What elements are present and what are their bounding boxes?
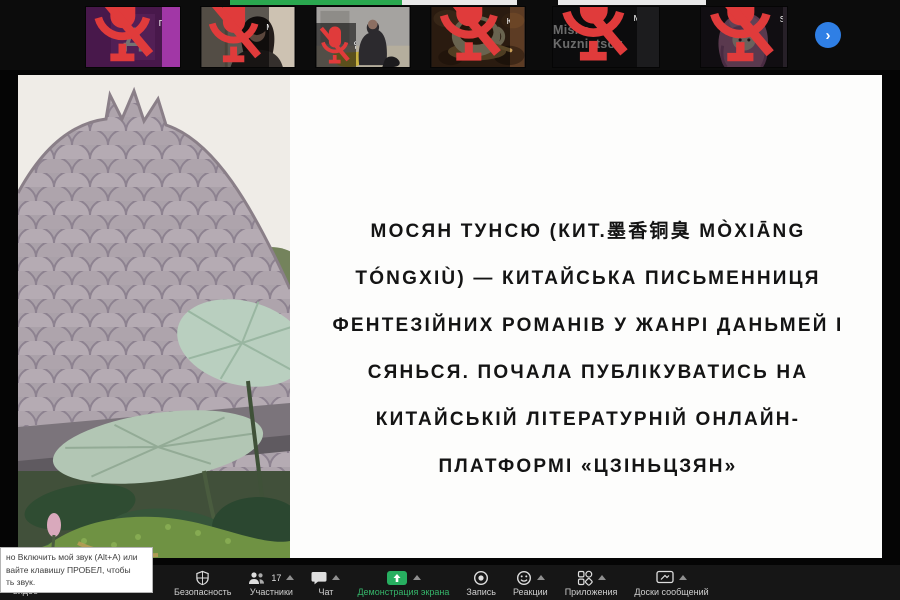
mic-muted-icon	[319, 26, 350, 64]
slide-text-line: ФЕНТЕЗІЙНИХ РОМАНІВ У ЖАНРІ ДАНЬМЕЙ І	[332, 315, 844, 336]
shared-window-top-edge	[402, 0, 517, 5]
chat-icon	[311, 571, 327, 584]
chat-label: Чат	[318, 587, 334, 597]
chevron-up-icon[interactable]	[597, 575, 606, 580]
slide-text-block: МОСЯН ТУНСЮ (КИТ.墨香铜臭 MÒXIĀNG TÓNGXIÙ) —…	[300, 208, 876, 490]
slide-text-line: МОСЯН ТУНСЮ (КИТ.墨香铜臭 MÒXIĀNG	[370, 221, 806, 242]
security-label: Безопасность	[174, 587, 232, 597]
reactions-label: Реакции	[512, 587, 548, 597]
participants-button[interactable]: 17 Участники	[246, 565, 296, 600]
participant-name-label: Юлія Малахова	[431, 7, 510, 67]
security-button[interactable]: Безопасность	[172, 565, 233, 600]
participant-name-text: Svitlana Yesakova	[780, 14, 783, 25]
zoom-meeting-window: Д Перепада Д.О.	[0, 0, 900, 600]
participant-name-text: Юлія Малахова	[507, 16, 510, 27]
reactions-button[interactable]: Реакции	[511, 565, 550, 600]
apps-label: Приложения	[564, 587, 618, 597]
shield-icon	[196, 570, 209, 585]
whiteboard-icon	[656, 570, 674, 584]
shared-window-top-edge-2	[558, 0, 706, 5]
participant-tile[interactable]: Svitlana Yesakova	[700, 6, 788, 68]
participant-name-label: Перепада Д.О.	[86, 7, 162, 67]
participant-name-text: Марина Білік	[266, 22, 269, 33]
participant-name-text: Перепада Д.О.	[159, 18, 162, 29]
record-label: Запись	[466, 587, 496, 597]
smiley-icon	[516, 570, 531, 585]
whiteboards-label: Доски сообщений	[634, 587, 709, 597]
slide-text-line: СЯНЬСЯ. ПОЧАЛА ПУБЛІКУВАТИСЬ НА	[367, 362, 809, 383]
mic-muted-icon	[710, 7, 774, 61]
participant-tile[interactable]: Марина Білік	[200, 6, 296, 68]
participants-label: Участники	[249, 587, 293, 597]
lotus-statue-photo	[18, 75, 290, 558]
apps-icon	[577, 570, 593, 586]
share-screen-icon	[386, 570, 407, 585]
chevron-right-icon: ›	[825, 26, 831, 44]
slide-text-line: TÓNGXIÙ) — КИТАЙСЬКА ПИСЬМЕННИЦЯ	[355, 268, 821, 289]
chat-button[interactable]: Чат	[309, 565, 342, 600]
participant-tile[interactable]: Misha Kuznietsov Misha Kuznietsov	[552, 6, 660, 68]
shared-screen-slide: МОСЯН ТУНСЮ (КИТ.墨香铜臭 MÒXIĀNG TÓNGXIÙ) —…	[18, 75, 882, 558]
tooltip-text: ть звук.	[6, 577, 36, 587]
participant-name-label: Misha Kuznietsov	[553, 7, 637, 67]
participants-icon	[249, 571, 265, 584]
participant-name-label: Svitlana Yesakova	[701, 7, 783, 67]
screen-share-green-border	[230, 0, 402, 5]
slide-text-line: ПЛАТФОРМІ «ЦЗІНЬЦЗЯН»	[438, 456, 738, 477]
participant-tile[interactable]: Д Перепада Д.О.	[85, 6, 181, 68]
chevron-up-icon[interactable]	[679, 575, 687, 580]
participant-name-label: 안태이	[316, 23, 357, 67]
apps-button[interactable]: Приложения	[563, 565, 620, 600]
participant-tile[interactable]: Юлія Малахова	[430, 6, 526, 68]
mic-muted-icon	[439, 7, 501, 62]
chevron-up-icon[interactable]	[332, 575, 341, 580]
mic-muted-icon	[94, 7, 154, 62]
chevron-up-icon[interactable]	[536, 575, 545, 580]
participant-name-text: Misha Kuznietsov	[634, 13, 637, 24]
mic-muted-icon	[208, 7, 262, 62]
participant-name-label: Марина Білік	[201, 7, 270, 67]
chevron-up-icon[interactable]	[412, 575, 421, 580]
participants-count: 17	[271, 572, 282, 583]
share-screen-button[interactable]: Демонстрация экрана	[355, 565, 451, 600]
participant-tile[interactable]: 안태이	[315, 6, 411, 68]
record-icon	[474, 570, 489, 585]
participant-name-text: 안태이	[353, 40, 356, 51]
whiteboards-button[interactable]: Доски сообщений	[632, 565, 710, 600]
tooltip-text: вайте клавишу ПРОБЕЛ, чтобы	[6, 564, 131, 575]
record-button[interactable]: Запись	[464, 565, 498, 600]
slide-text-line: КИТАЙСЬКІЙ ЛІТЕРАТУРНІЙ ОНЛАЙН-	[375, 409, 801, 430]
next-participants-button[interactable]: ›	[815, 22, 841, 48]
tooltip-text: но Включить мой звук (Alt+A) или	[6, 552, 138, 562]
participant-strip: Д Перепада Д.О.	[0, 0, 900, 70]
share-screen-label: Демонстрация экрана	[357, 587, 450, 597]
mic-muted-icon	[562, 7, 628, 61]
unmute-tooltip: но Включить мой звук (Alt+A) или вайте к…	[0, 547, 153, 593]
chevron-up-icon[interactable]	[286, 575, 295, 580]
